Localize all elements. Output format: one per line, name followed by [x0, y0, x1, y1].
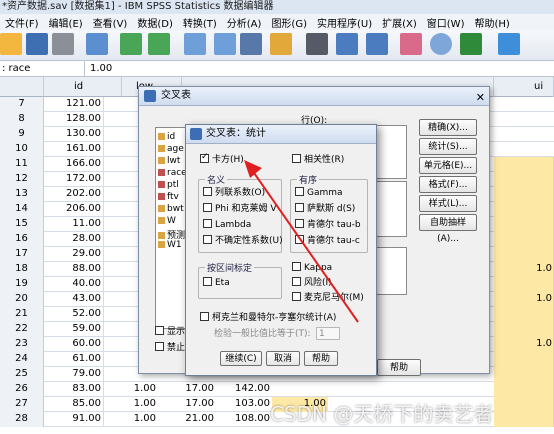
watermark: CSDN @天桥下的卖艺者 [270, 402, 494, 426]
annotation-arrow [244, 160, 359, 323]
